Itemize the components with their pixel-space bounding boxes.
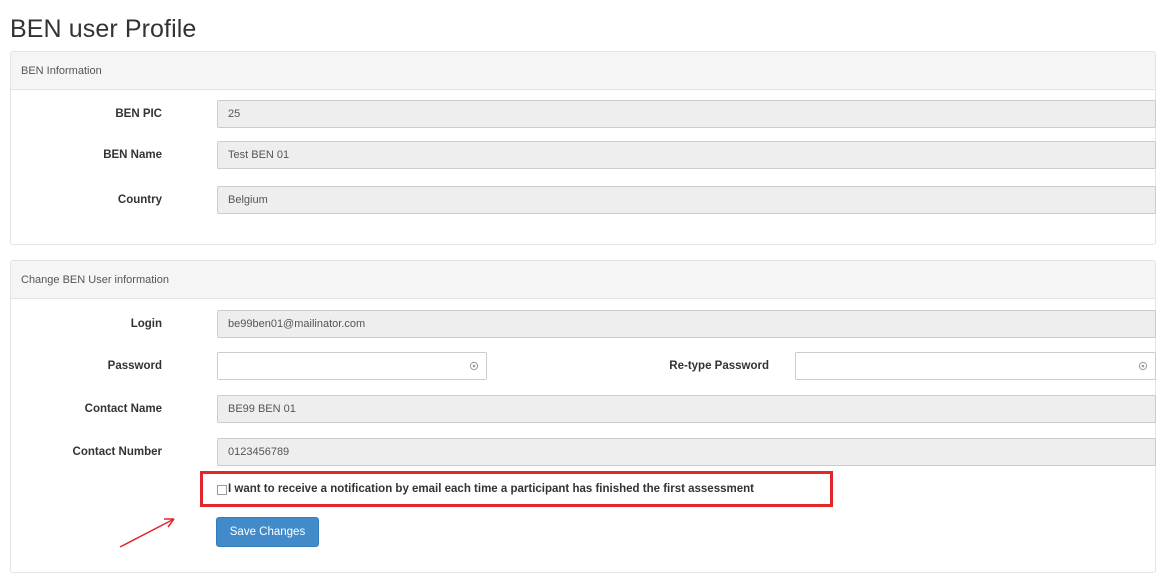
login-label: Login	[130, 318, 162, 330]
contact-name-field: BE99 BEN 01	[217, 395, 1156, 423]
notification-checkbox[interactable]	[217, 485, 227, 495]
eye-icon[interactable]	[1138, 361, 1148, 371]
retype-password-field[interactable]	[795, 352, 1156, 380]
eye-icon[interactable]	[469, 361, 479, 371]
country-field: Belgium	[217, 186, 1156, 214]
contact-number-label: Contact Number	[72, 446, 162, 458]
red-arrow-icon	[119, 518, 175, 548]
save-changes-button[interactable]: Save Changes	[216, 517, 319, 547]
user-information-heading: Change BEN User information	[11, 261, 1155, 299]
password-field[interactable]	[217, 352, 487, 380]
ben-pic-label: BEN PIC	[115, 108, 162, 120]
login-field: be99ben01@mailinator.com	[217, 310, 1156, 338]
country-label: Country	[117, 194, 162, 206]
ben-pic-field: 25	[217, 100, 1156, 128]
notification-label[interactable]: I want to receive a notification by emai…	[228, 474, 754, 504]
notification-highlight-box: I want to receive a notification by emai…	[200, 471, 833, 507]
password-label: Password	[107, 360, 162, 372]
ben-name-field: Test BEN 01	[217, 141, 1156, 169]
ben-information-heading: BEN Information	[11, 52, 1155, 90]
retype-password-label: Re-type Password	[669, 360, 769, 372]
ben-name-label: BEN Name	[103, 149, 162, 161]
contact-number-field: 0123456789	[217, 438, 1156, 466]
contact-name-label: Contact Name	[84, 403, 162, 415]
page-title: BEN user Profile	[10, 15, 197, 43]
